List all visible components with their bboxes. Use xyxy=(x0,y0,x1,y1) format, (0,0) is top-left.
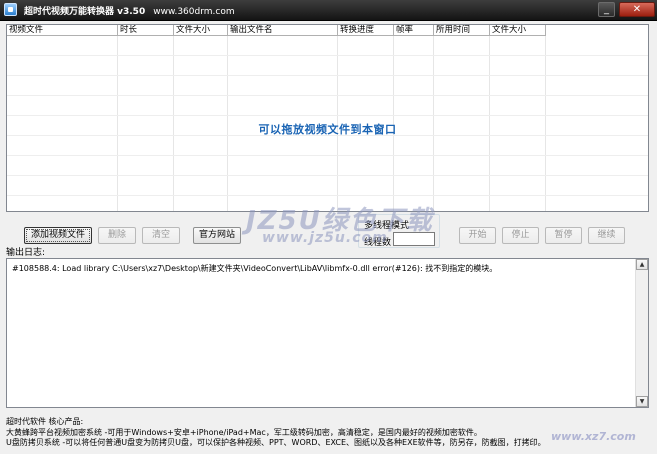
grid-line xyxy=(7,55,648,56)
scroll-down-icon[interactable]: ▼ xyxy=(636,396,648,407)
grid-line xyxy=(7,195,648,196)
minimize-button[interactable]: _ xyxy=(598,2,615,17)
watermark-corner: www.xz7.com xyxy=(551,430,636,443)
website-button[interactable]: 官方网站 xyxy=(193,227,241,244)
column-header-video-file[interactable]: 视频文件 xyxy=(7,25,118,36)
column-header-output-name[interactable]: 输出文件名 xyxy=(228,25,338,36)
log-label: 输出日志: xyxy=(6,248,46,258)
app-window: 超时代视频万能转换器 v3.50 www.360drm.com _ ✕ 视频文件 … xyxy=(0,0,657,454)
clear-button[interactable]: 清空 xyxy=(142,227,180,244)
window-title-site: www.360drm.com xyxy=(153,7,235,17)
file-list-header: 视频文件 时长 文件大小 输出文件名 转换进度 帧率 所用时间 文件大小 xyxy=(7,25,648,36)
grid-line xyxy=(7,95,648,96)
column-header-out-size[interactable]: 文件大小 xyxy=(490,25,546,36)
drop-hint: 可以拖放视频文件到本窗口 xyxy=(258,123,397,136)
grid-line xyxy=(7,175,648,176)
window-title-text: 超时代视频万能转换器 v3.50 xyxy=(24,7,146,17)
log-output[interactable]: #108588.4: Load library C:\Users\xz7\Des… xyxy=(6,258,649,408)
start-button[interactable]: 开始 xyxy=(459,227,496,244)
grid-line xyxy=(7,115,648,116)
log-scrollbar[interactable]: ▲ ▼ xyxy=(635,259,648,407)
file-list[interactable]: 视频文件 时长 文件大小 输出文件名 转换进度 帧率 所用时间 文件大小 可以拖… xyxy=(6,24,649,212)
scroll-up-icon[interactable]: ▲ xyxy=(636,259,648,270)
grid-line xyxy=(7,75,648,76)
product-heading: 超时代软件 核心产品: xyxy=(6,417,84,426)
stop-button[interactable]: 停止 xyxy=(502,227,539,244)
add-video-button[interactable]: 添加视频文件 xyxy=(24,227,92,244)
close-button[interactable]: ✕ xyxy=(619,2,655,17)
column-header-frame-rate[interactable]: 帧率 xyxy=(394,25,434,36)
product-link-video-encryption[interactable]: 大黄蜂跨平台视频加密系统 -可用于Windows+安卓+iPhone/iPad+… xyxy=(6,428,546,439)
title-bar[interactable]: 超时代视频万能转换器 v3.50 www.360drm.com _ ✕ xyxy=(0,0,657,21)
column-header-progress[interactable]: 转换进度 xyxy=(338,25,394,36)
column-header-elapsed[interactable]: 所用时间 xyxy=(434,25,490,36)
column-header-duration[interactable]: 时长 xyxy=(118,25,174,36)
column-header-file-size[interactable]: 文件大小 xyxy=(174,25,228,36)
app-icon xyxy=(4,3,17,16)
pause-button[interactable]: 暂停 xyxy=(545,227,582,244)
product-link-usb-protection[interactable]: U盘防拷贝系统 -可以将任何普通U盘变为防拷贝U盘，可以保护各种视频、PPT、W… xyxy=(6,438,546,449)
log-line: #108588.4: Load library C:\Users\xz7\Des… xyxy=(12,264,498,273)
delete-button[interactable]: 删除 xyxy=(98,227,136,244)
watermark-url: www.jz5u.com xyxy=(262,230,388,246)
product-info: 超时代软件 核心产品: 大黄蜂跨平台视频加密系统 -可用于Windows+安卓+… xyxy=(6,417,546,449)
grid-line xyxy=(7,155,648,156)
resume-button[interactable]: 继续 xyxy=(588,227,625,244)
window-title: 超时代视频万能转换器 v3.50 www.360drm.com xyxy=(24,4,235,17)
